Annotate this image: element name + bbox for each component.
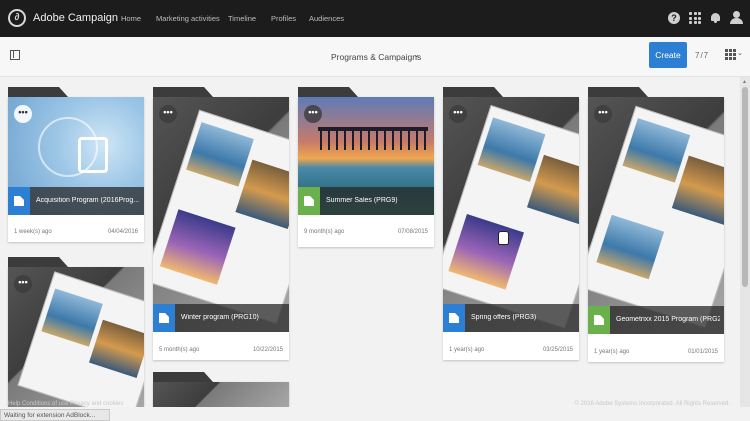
user-avatar-icon[interactable] [730,11,743,24]
card-thumbnail [153,97,289,332]
card-folder-tab [8,257,68,267]
card-folder-tab [8,87,68,97]
nav-marketing-activities[interactable]: Marketing activities [156,14,220,23]
program-folder-icon [588,306,610,334]
nav-timeline[interactable]: Timeline [228,14,256,23]
card-label-bar: Spring offers (PRG3) [443,304,579,332]
page-title[interactable]: Programs & Campaigns [331,52,421,62]
program-card[interactable]: ••• Summer Sales (PRG9) 9 month(s) ago 0… [298,87,434,247]
card-date: 03/25/2015 [542,347,573,353]
card-more-button[interactable]: ••• [594,105,612,123]
card-more-button[interactable]: ••• [14,105,32,123]
card-more-button[interactable]: ••• [304,105,322,123]
hand-cursor-icon [498,231,509,245]
card-age: 5 month(s) ago [159,347,200,353]
program-folder-icon [443,304,465,332]
notifications-bell-icon[interactable] [711,12,720,23]
top-nav-bar: ∂ Adobe Campaign Home Marketing activiti… [0,0,750,37]
card-label-bar: Geometrixx 2015 Program (PRG2) [588,306,724,334]
help-icon[interactable]: ? [668,12,680,24]
program-card[interactable]: ••• Spring offers (PRG3) 1 year(s) ago 0… [443,87,579,360]
item-count: 7/7 [695,51,710,60]
card-more-button[interactable]: ••• [14,275,32,293]
card-meta: 1 year(s) ago 01/01/2015 [588,342,724,362]
card-title[interactable]: Geometrixx 2015 Program (PRG2) [616,316,720,323]
create-button[interactable]: Create [649,42,687,68]
program-folder-icon [8,187,30,215]
card-date: 10/22/2015 [252,347,283,353]
card-meta: 1 year(s) ago 03/25/2015 [443,340,579,360]
footer-links[interactable]: Help Conditions of use Privacy and cooki… [8,401,123,407]
view-mode-chevron-icon[interactable]: ⌄ [737,49,743,57]
program-card[interactable]: ••• [8,257,144,407]
program-folder-icon [298,187,320,215]
page-footer: Help Conditions of use Privacy and cooki… [0,398,740,410]
card-date: 04/04/2016 [107,229,138,235]
card-date: 07/08/2015 [397,229,428,235]
card-folder-tab [588,87,648,97]
card-meta: 5 month(s) ago 10/22/2015 [153,340,289,360]
nav-profiles[interactable]: Profiles [271,14,296,23]
program-card[interactable]: ••• Winter program (PRG10) 5 month(s) ag… [153,87,289,360]
network-graphic-icon [38,117,98,177]
nav-home[interactable]: Home [121,14,141,23]
card-label-bar: Summer Sales (PRG9) [298,187,434,215]
card-age: 1 year(s) ago [594,349,630,355]
card-label-bar: Acquisition Program (2016Prog... [8,187,144,215]
card-title[interactable]: Summer Sales (PRG9) [326,197,430,204]
page-toolbar: Programs & Campaigns ⌄ Create 7/7 ⌄ [0,37,750,77]
card-folder-tab [153,372,213,382]
card-more-button[interactable]: ••• [449,105,467,123]
card-meta: 1 week(s) ago 04/04/2016 [8,222,144,242]
program-folder-icon [153,304,175,332]
footer-copyright: © 2016 Adobe Systems Incorporated. All R… [574,401,730,407]
card-age: 1 year(s) ago [449,347,485,353]
scrollbar-thumb[interactable] [742,87,748,287]
card-label-bar: Winter program (PRG10) [153,304,289,332]
card-title[interactable]: Acquisition Program (2016Prog... [36,197,140,204]
side-panel-toggle-icon[interactable] [10,50,20,60]
browser-status-bar: Waiting for extension AdBlock... [0,409,110,421]
scroll-up-icon[interactable]: ▲ [742,79,747,85]
app-title[interactable]: Adobe Campaign [33,12,118,24]
vertical-scrollbar[interactable]: ▲ [740,77,750,407]
card-meta: 9 month(s) ago 07/08/2015 [298,222,434,242]
program-card[interactable]: ••• Acquisition Program (2016Prog... 1 w… [8,87,144,242]
card-more-button[interactable]: ••• [159,105,177,123]
card-thumbnail [443,97,579,332]
cards-grid: ••• Acquisition Program (2016Prog... 1 w… [0,77,740,407]
card-title[interactable]: Spring offers (PRG3) [471,314,575,321]
card-title[interactable]: Winter program (PRG10) [181,314,285,321]
card-age: 1 week(s) ago [14,229,52,235]
apps-grid-icon[interactable] [689,12,701,24]
chevron-down-icon[interactable]: ⌄ [413,50,420,59]
card-age: 9 month(s) ago [304,229,345,235]
card-folder-tab [153,87,213,97]
card-folder-tab [443,87,503,97]
card-thumbnail [588,97,724,334]
card-folder-tab [298,87,358,97]
view-mode-grid-icon[interactable] [725,49,736,60]
program-card[interactable]: ••• Geometrixx 2015 Program (PRG2) 1 yea… [588,87,724,362]
card-date: 01/01/2015 [687,349,718,355]
nav-audiences[interactable]: Audiences [309,14,344,23]
adobe-campaign-logo-icon[interactable]: ∂ [8,9,26,27]
